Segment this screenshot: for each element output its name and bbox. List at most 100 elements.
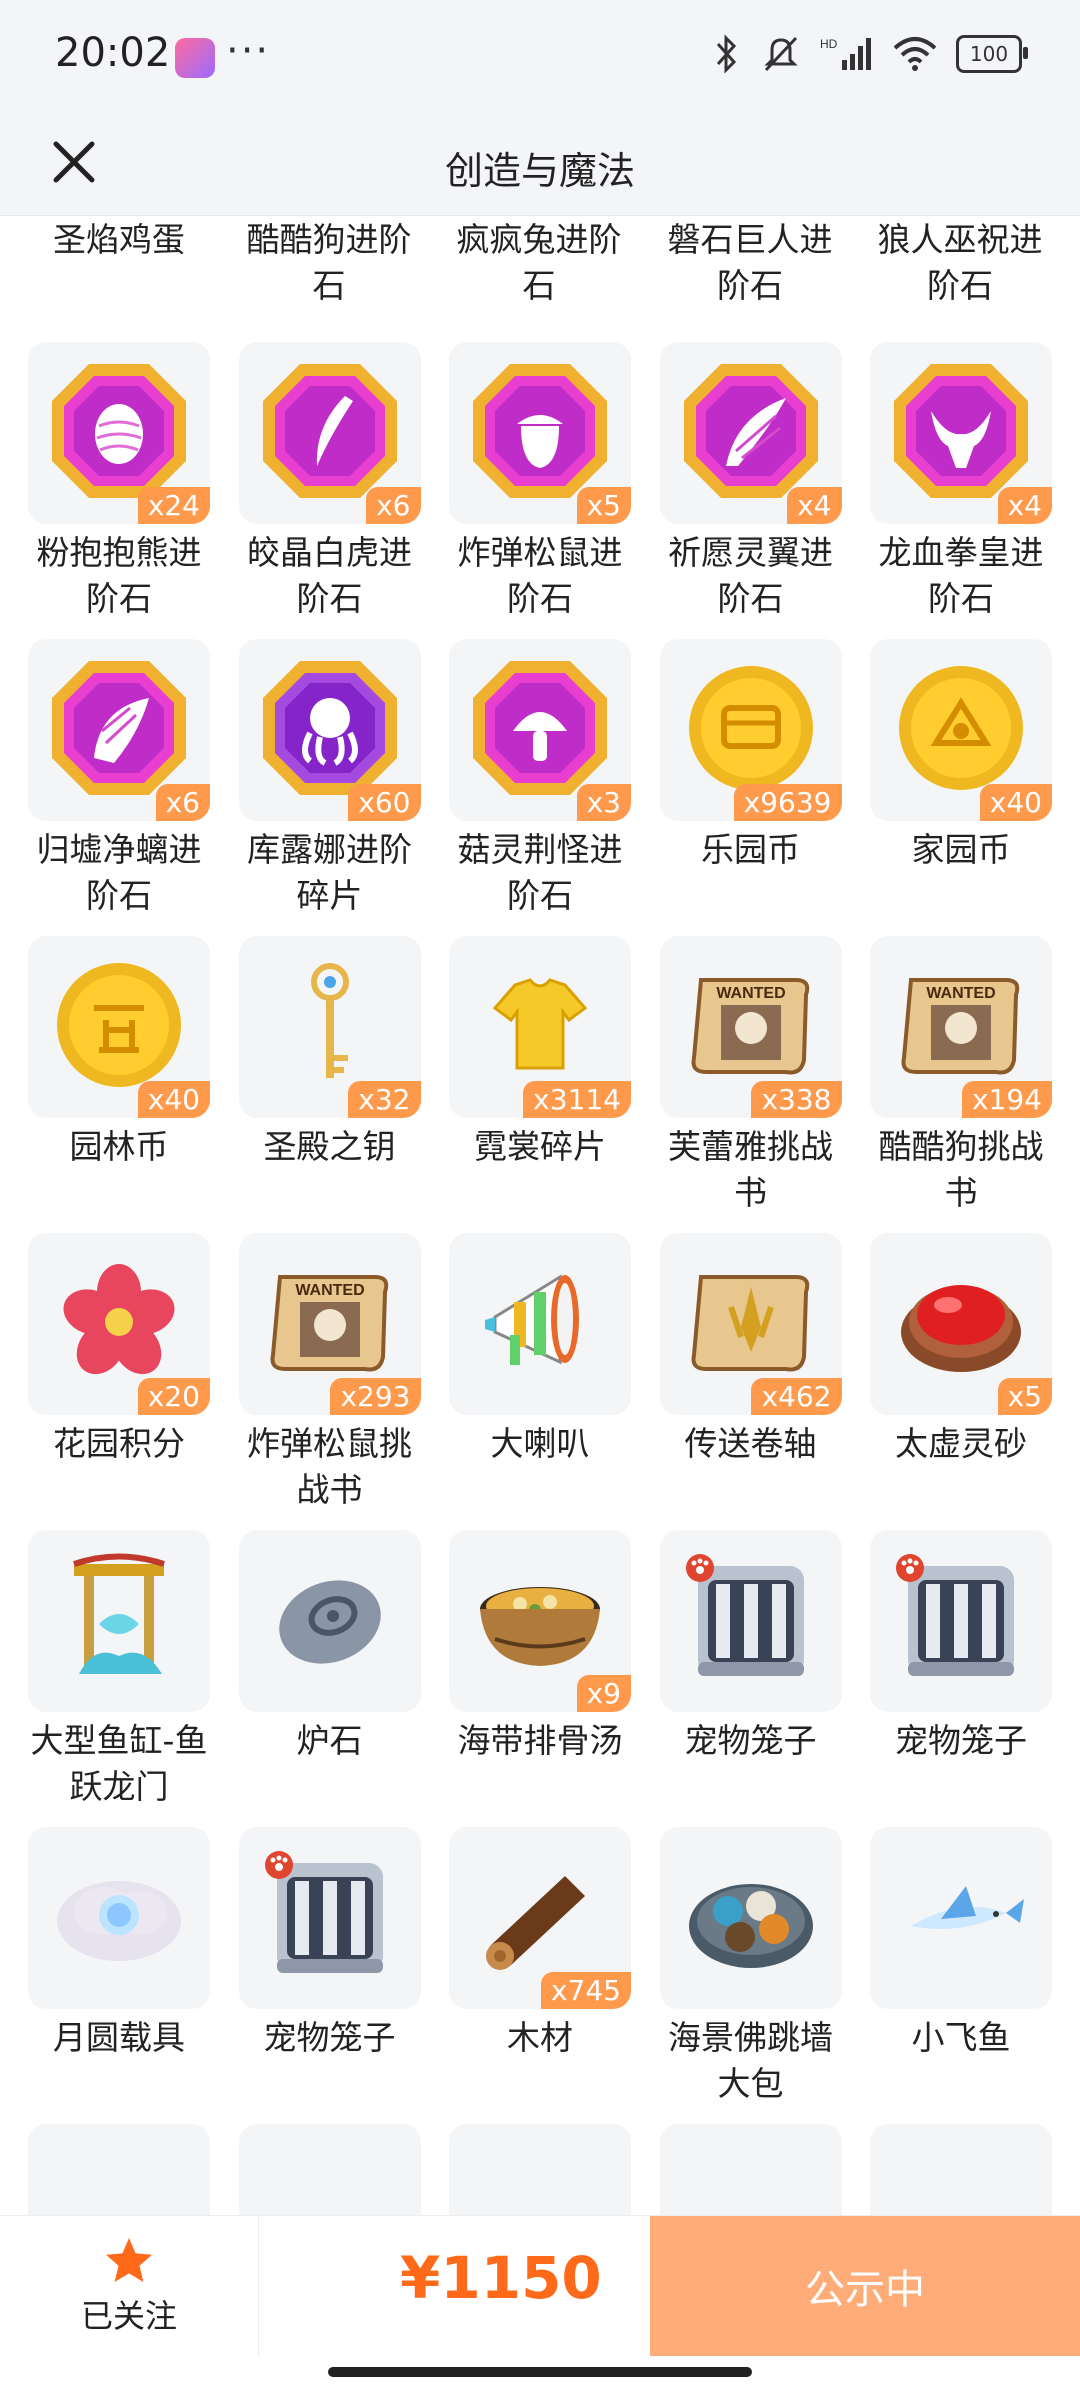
quantity-badge: x194 (961, 1081, 1052, 1118)
item-card[interactable]: 小飞鱼 (870, 1827, 1052, 2061)
item-label: 宠物笼子 (684, 1721, 817, 1760)
item-card[interactable]: x40 家园币 (870, 639, 1052, 873)
quantity-badge: x462 (751, 1378, 842, 1415)
dumplings-icon (676, 1841, 826, 1995)
item-label: 粉抱抱熊进阶石 (36, 533, 202, 618)
item-card[interactable]: x3114 霓裳碎片 (449, 936, 631, 1170)
item-label: 太虚灵砂 (895, 1424, 1027, 1463)
items-grid[interactable]: 圣焰鸡蛋 酷酷狗进阶石 疯疯兔进阶石 磐石巨人进阶石 狼人巫祝进阶石 x24 粉抱抱熊进阶… (0, 215, 1080, 2215)
item-card-partial[interactable] (28, 2124, 210, 2215)
item-thumbnail: x32 (238, 936, 421, 1118)
item-card[interactable]: x5 炸弹松鼠进阶石 (449, 342, 631, 622)
item-card[interactable]: x20 花园积分 (28, 1233, 210, 1467)
battery-level: 100 (969, 42, 1009, 66)
item-label: 传送卷轴 (684, 1424, 817, 1463)
item-label: 大喇叭 (490, 1424, 590, 1463)
quantity-badge: x60 (348, 784, 421, 821)
quantity-badge: x32 (348, 1081, 421, 1118)
quantity-badge: x9 (576, 1675, 631, 1712)
item-card[interactable]: x462 传送卷轴 (659, 1233, 842, 1467)
item-card[interactable]: x3 菇灵荆怪进阶石 (449, 639, 631, 919)
quantity-badge: x20 (137, 1378, 210, 1415)
item-card[interactable]: 月圆载具 (28, 1827, 210, 2061)
item-card-partial[interactable] (659, 2124, 842, 2215)
item-card[interactable]: x6 皎晶白虎进阶石 (238, 342, 421, 622)
item-thumbnail: x6 (28, 639, 210, 821)
quantity-badge: x9639 (733, 784, 842, 821)
flying-fish-icon (886, 1841, 1036, 1995)
item-card[interactable]: 大型鱼缸-鱼跃龙门 (28, 1530, 210, 1810)
item-label: 霓裳碎片 (474, 1127, 606, 1166)
top-row-label: 圣焰鸡蛋 (53, 220, 185, 259)
item-label: 月圆载具 (53, 2018, 185, 2057)
item-card[interactable]: 大喇叭 (449, 1233, 631, 1467)
quantity-badge: x6 (155, 784, 210, 821)
item-label: 芙蕾雅挑战书 (668, 1127, 833, 1212)
item-label: 龙血拳皇进阶石 (878, 533, 1044, 618)
item-card[interactable]: WANTED x194 酷酷狗挑战书 (870, 936, 1052, 1216)
follow-button[interactable]: 已关注 (0, 2216, 258, 2356)
item-card[interactable]: 宠物笼子 (659, 1530, 842, 1764)
item-card[interactable]: x5 太虚灵砂 (870, 1233, 1052, 1467)
item-label: 小飞鱼 (911, 2018, 1011, 2057)
item-thumbnail: x20 (28, 1233, 210, 1415)
quantity-badge: x4 (787, 487, 842, 524)
svg-text:WANTED: WANTED (926, 985, 995, 1002)
item-card[interactable]: x4 祈愿灵翼进阶石 (659, 342, 842, 622)
item-card[interactable]: WANTED x338 芙蕾雅挑战书 (659, 936, 842, 1216)
item-card[interactable]: 炉石 (238, 1530, 421, 1764)
item-card-partial[interactable] (238, 2124, 421, 2215)
item-label: 花园积分 (53, 1424, 185, 1463)
item-label: 酷酷狗挑战书 (878, 1127, 1044, 1212)
top-row-label: 磐石巨人进阶石 (667, 220, 833, 305)
wifi-icon (893, 37, 937, 71)
divider (258, 2216, 259, 2356)
item-label: 祈愿灵翼进阶石 (668, 533, 833, 618)
item-label: 归墟净螭进阶石 (36, 830, 202, 915)
item-card[interactable]: x32 圣殿之钥 (238, 936, 421, 1170)
aquarium-icon (44, 1544, 194, 1698)
home-indicator[interactable] (328, 2367, 752, 2377)
item-card[interactable]: x745 木材 (449, 1827, 631, 2061)
item-thumbnail: x4 (870, 342, 1052, 524)
item-label: 炸弹松鼠进阶石 (457, 533, 623, 618)
item-thumbnail (238, 2124, 421, 2215)
item-thumbnail: WANTED x293 (238, 1233, 421, 1415)
item-card[interactable]: 宠物笼子 (238, 1827, 421, 2061)
quantity-badge: x6 (366, 487, 421, 524)
top-app-bar: 创造与魔法 (0, 110, 1080, 216)
item-card[interactable]: 宠物笼子 (870, 1530, 1052, 1764)
item-thumbnail: x60 (238, 639, 421, 821)
item-card[interactable]: x6 归墟净螭进阶石 (28, 639, 210, 919)
item-label: 大型鱼缸-鱼跃龙门 (30, 1721, 208, 1806)
item-thumbnail (449, 2124, 631, 2215)
item-card[interactable]: x60 库露娜进阶碎片 (238, 639, 421, 919)
quantity-badge: x293 (330, 1378, 421, 1415)
item-thumbnail (238, 1827, 421, 2009)
item-card[interactable]: x40 园林币 (28, 936, 210, 1170)
item-thumbnail (870, 1530, 1052, 1712)
item-thumbnail: x3114 (449, 936, 631, 1118)
item-thumbnail: x3 (449, 639, 631, 821)
item-thumbnail: WANTED x194 (870, 936, 1052, 1118)
quantity-badge: x24 (137, 487, 210, 524)
top-row-label: 疯疯兔进阶石 (456, 220, 622, 305)
item-thumbnail (449, 1233, 631, 1415)
quantity-badge: x3114 (523, 1081, 631, 1118)
item-card[interactable]: x9639 乐园币 (659, 639, 842, 873)
item-card[interactable]: x9 海带排骨汤 (449, 1530, 631, 1764)
status-bar: 20:02 ··· HD 100 (0, 0, 1080, 110)
star-icon (106, 2238, 152, 2282)
item-label: 海景佛跳墙大包 (668, 2018, 833, 2103)
public-notice-button[interactable]: 公示中 (650, 2216, 1080, 2356)
signal-icon: HD (820, 37, 871, 70)
item-card[interactable]: x4 龙血拳皇进阶石 (870, 342, 1052, 622)
item-thumbnail (238, 1530, 421, 1712)
item-card[interactable]: WANTED x293 炸弹松鼠挑战书 (238, 1233, 421, 1513)
item-card-partial[interactable] (870, 2124, 1052, 2215)
item-card[interactable]: 海景佛跳墙大包 (659, 1827, 842, 2107)
pet-cage-icon (676, 1544, 826, 1698)
item-card-partial[interactable] (449, 2124, 631, 2215)
hearthstone-icon (255, 1544, 405, 1698)
item-card[interactable]: x24 粉抱抱熊进阶石 (28, 342, 210, 622)
